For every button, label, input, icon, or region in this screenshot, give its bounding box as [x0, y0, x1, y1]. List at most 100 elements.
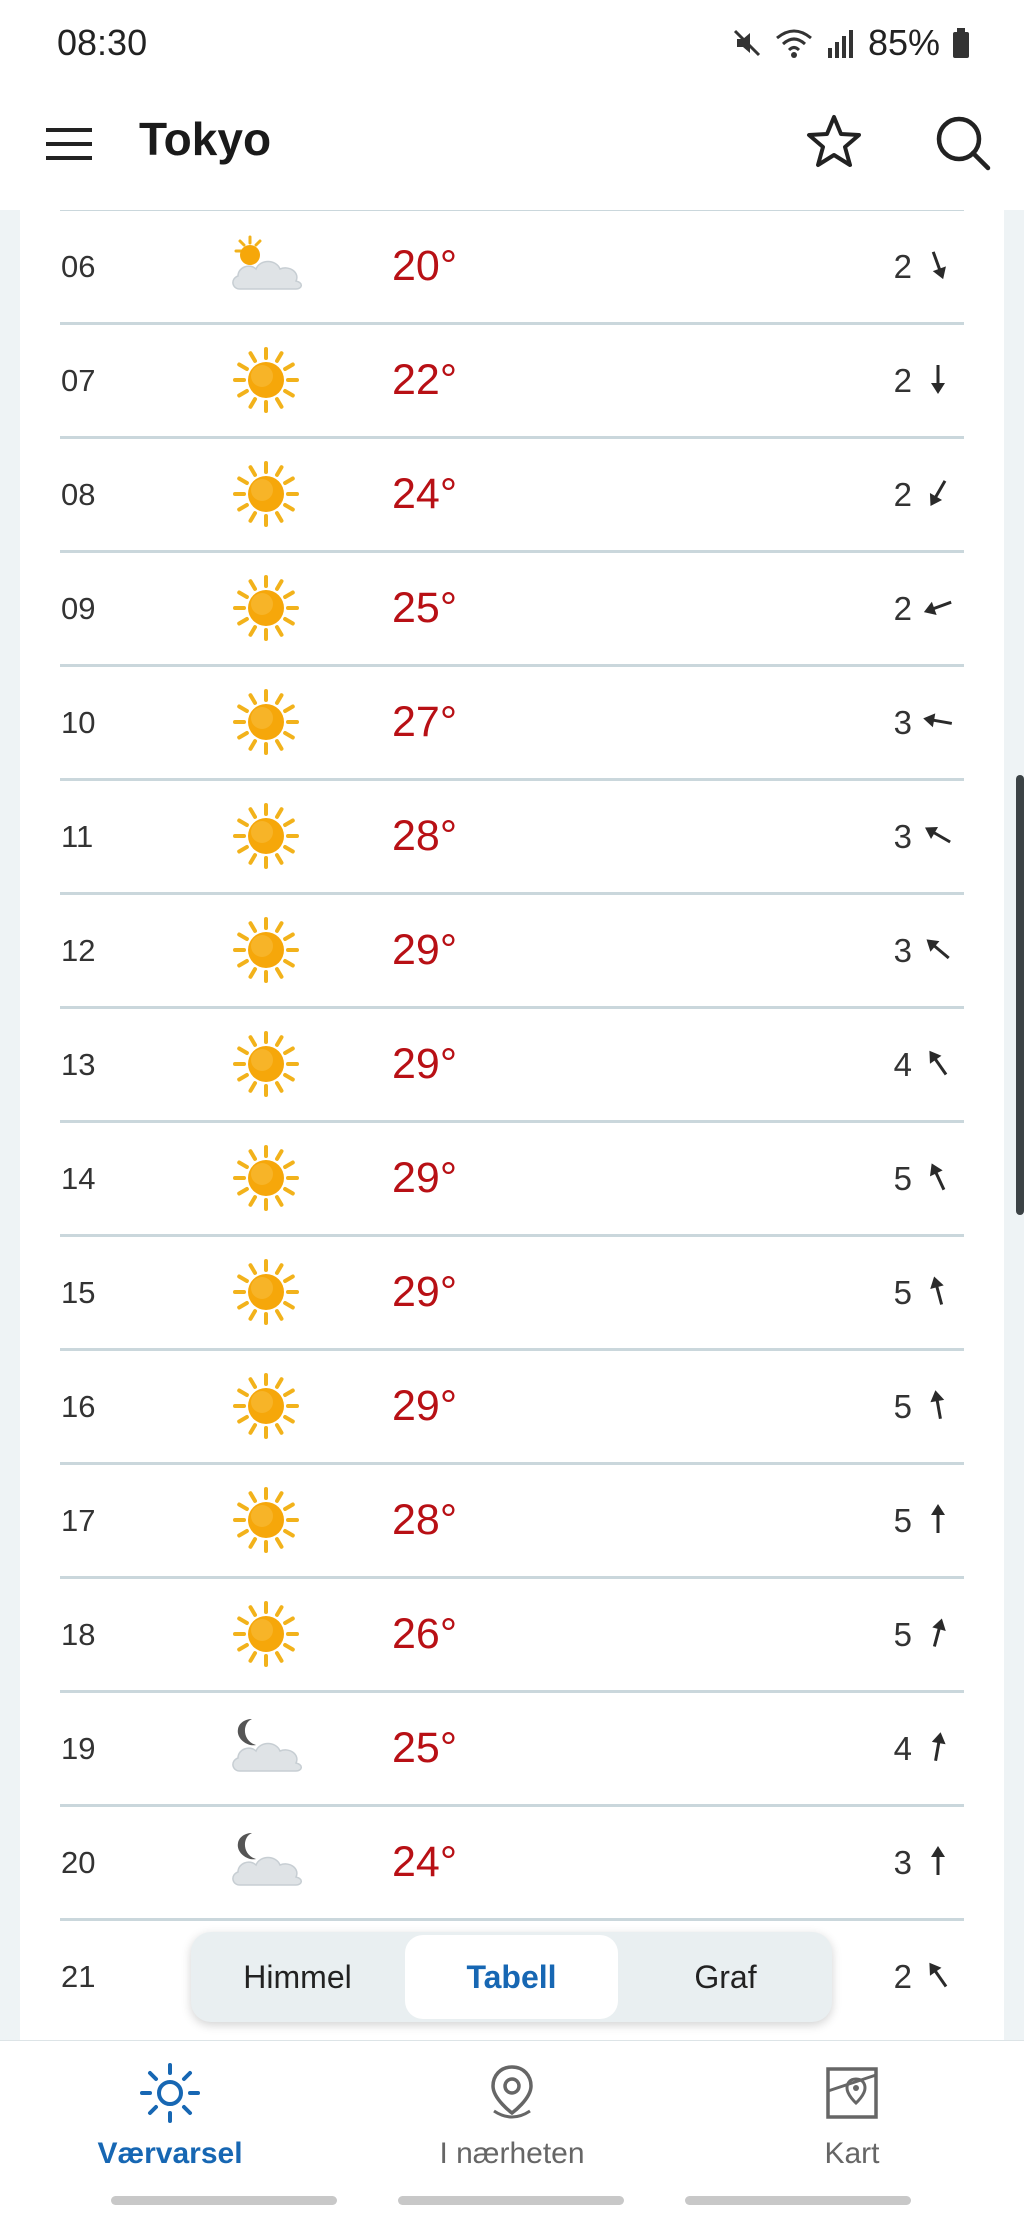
forecast-wind-speed: 5 — [893, 1616, 912, 1653]
sun-icon — [233, 1259, 299, 1325]
forecast-wind-speed: 4 — [893, 1046, 912, 1083]
forecast-row[interactable]: 17 28° 5 — [60, 1462, 964, 1576]
forecast-hour: 07 — [61, 363, 96, 398]
gesture-bar-left — [111, 2196, 337, 2205]
sun-icon — [233, 803, 299, 869]
partly-cloudy-night-icon — [232, 1833, 302, 1886]
hourly-forecast-table[interactable]: 06 20° 2 07 22° 2 08 24° 2 09 25° 2 10 27° 3 11 28° 3 12 29… — [60, 210, 964, 2032]
forecast-temperature: 29° — [392, 926, 458, 974]
sun-outline-icon — [140, 2063, 200, 2123]
sun-icon — [233, 1145, 299, 1211]
forecast-hour: 14 — [61, 1161, 96, 1196]
map-icon — [826, 2067, 878, 2119]
wind-direction-arrow-icon — [931, 1846, 945, 1875]
forecast-wind-speed: 2 — [893, 1958, 912, 1995]
forecast-row[interactable]: 19 25° 4 — [60, 1690, 964, 1804]
nav-map-label: Kart — [824, 2137, 880, 2170]
forecast-wind-speed: 3 — [893, 1844, 912, 1881]
forecast-row[interactable]: 14 29° 5 — [60, 1120, 964, 1234]
forecast-wind-speed: 5 — [893, 1388, 912, 1425]
forecast-hour: 20 — [61, 1845, 96, 1880]
sun-icon — [233, 347, 299, 413]
tab-sky[interactable]: Himmel — [191, 1932, 404, 2022]
battery-icon — [953, 28, 969, 58]
forecast-hour: 16 — [61, 1389, 96, 1424]
search-icon[interactable] — [932, 112, 992, 172]
forecast-temperature: 27° — [392, 698, 458, 746]
wind-direction-arrow-icon — [929, 480, 947, 506]
wind-direction-arrow-icon — [930, 1276, 944, 1305]
tab-table[interactable]: Tabell — [405, 1935, 618, 2019]
forecast-hour: 08 — [61, 477, 96, 512]
forecast-row[interactable]: 10 27° 3 — [60, 664, 964, 778]
forecast-hour: 17 — [61, 1503, 96, 1538]
wind-direction-arrow-icon — [930, 1390, 945, 1420]
forecast-row[interactable]: 08 24° 2 — [60, 436, 964, 550]
forecast-temperature: 20° — [392, 242, 458, 290]
forecast-temperature: 24° — [392, 470, 458, 518]
forecast-row[interactable]: 11 28° 3 — [60, 778, 964, 892]
status-icons: 85% — [730, 22, 972, 64]
forecast-row[interactable]: 12 29° 3 — [60, 892, 964, 1006]
forecast-temperature: 29° — [392, 1268, 458, 1316]
status-time: 08:30 — [57, 22, 148, 63]
forecast-hour: 12 — [61, 933, 96, 968]
forecast-temperature: 22° — [392, 356, 458, 404]
gesture-bar-center — [398, 2196, 624, 2205]
forecast-temperature: 28° — [392, 1496, 458, 1544]
nav-nearby[interactable]: I nærheten — [382, 2061, 642, 2171]
nav-forecast[interactable]: Værvarsel — [40, 2061, 300, 2171]
wind-direction-arrow-icon — [925, 826, 951, 844]
forecast-hour: 09 — [61, 591, 96, 626]
forecast-hour: 15 — [61, 1275, 96, 1310]
nav-map[interactable]: Kart — [722, 2061, 982, 2171]
forecast-wind-speed: 5 — [893, 1160, 912, 1197]
wind-direction-arrow-icon — [931, 1732, 946, 1762]
forecast-row[interactable]: 20 24° 3 — [60, 1804, 964, 1918]
scrollbar-thumb[interactable] — [1016, 775, 1024, 1215]
forecast-temperature: 28° — [392, 812, 458, 860]
wind-direction-arrow-icon — [923, 600, 952, 615]
forecast-panel[interactable]: 06 20° 2 07 22° 2 08 24° 2 09 25° 2 10 27° 3 11 28° 3 12 29… — [20, 210, 1004, 2040]
battery-percentage: 85% — [867, 22, 940, 63]
wind-direction-arrow-icon — [929, 1050, 948, 1076]
wind-direction-arrow-icon — [931, 251, 946, 280]
sun-icon — [233, 1031, 299, 1097]
forecast-row[interactable]: 07 22° 2 — [60, 322, 964, 436]
forecast-hour: 06 — [61, 249, 96, 284]
forecast-wind-speed: 2 — [893, 362, 912, 399]
forecast-row[interactable]: 15 29° 5 — [60, 1234, 964, 1348]
status-bar: 08:30 85% — [0, 0, 1024, 90]
forecast-row[interactable]: 18 26° 5 — [60, 1576, 964, 1690]
partly-cloudy-night-icon — [232, 1719, 302, 1772]
hamburger-menu-icon[interactable] — [44, 118, 96, 170]
forecast-wind-speed: 4 — [893, 1730, 912, 1767]
forecast-row[interactable]: 16 29° 5 — [60, 1348, 964, 1462]
sun-icon — [233, 1487, 299, 1553]
forecast-hour: 11 — [61, 819, 94, 854]
wind-direction-arrow-icon — [931, 365, 945, 394]
forecast-wind-speed: 2 — [893, 476, 912, 513]
wind-direction-arrow-icon — [929, 1163, 946, 1191]
forecast-wind-speed: 3 — [893, 932, 912, 969]
forecast-row[interactable]: 09 25° 2 — [60, 550, 964, 664]
wifi-icon — [775, 29, 812, 58]
sun-icon — [233, 1601, 299, 1667]
wind-direction-arrow-icon — [923, 713, 953, 728]
signal-icon — [827, 30, 853, 58]
forecast-hour: 10 — [61, 705, 96, 740]
wind-direction-arrow-icon — [929, 1962, 948, 1988]
forecast-temperature: 29° — [392, 1154, 458, 1202]
page-title: Tokyo — [139, 113, 272, 165]
forecast-temperature: 24° — [392, 1838, 458, 1886]
forecast-row[interactable]: 06 20° 2 — [60, 210, 964, 322]
mute-icon — [733, 29, 760, 57]
forecast-temperature: 29° — [392, 1040, 458, 1088]
sun-icon — [233, 917, 299, 983]
view-switcher: Himmel Tabell Graf — [191, 1932, 832, 2022]
tab-graph[interactable]: Graf — [619, 1932, 832, 2022]
sun-icon — [233, 1373, 299, 1439]
forecast-row[interactable]: 13 29° 4 — [60, 1006, 964, 1120]
favorite-star-icon[interactable] — [804, 112, 864, 172]
partly-cloudy-day-icon — [232, 235, 302, 290]
